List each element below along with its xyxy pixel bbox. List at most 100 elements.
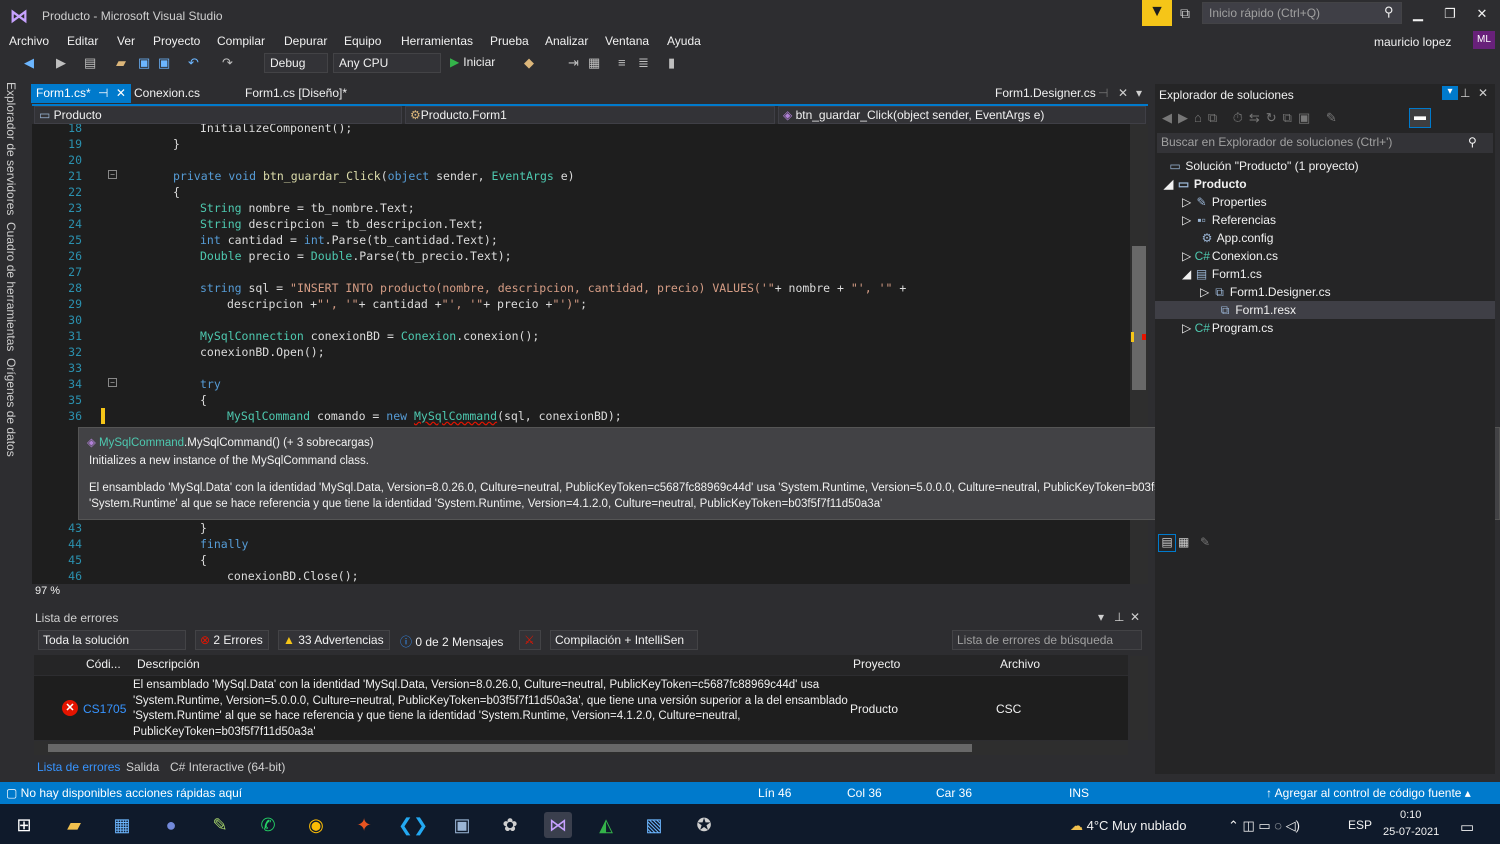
undo-icon[interactable]: ↶ (188, 55, 199, 71)
menu-ventana[interactable]: Ventana (605, 34, 649, 48)
calculator-icon[interactable]: ▦ (108, 812, 136, 838)
menu-proyecto[interactable]: Proyecto (153, 34, 200, 48)
app-icon[interactable]: ▣ (448, 812, 476, 838)
collapse-icon[interactable]: − (108, 378, 117, 387)
indent-icon[interactable]: ≡ (618, 55, 626, 70)
chevron-down-icon[interactable]: ▾ (1136, 86, 1142, 100)
source-control-button[interactable]: ↑ Agregar al control de código fuente ▴ (1266, 786, 1471, 800)
column-description[interactable]: Descripción (137, 657, 200, 671)
chrome-icon[interactable]: ◉ (302, 812, 330, 838)
outdent-icon[interactable]: ≣ (638, 55, 649, 71)
column-code[interactable]: Códi... (86, 657, 121, 671)
tree-item-form1-designer[interactable]: ▷ ⧉ Form1.Designer.cs (1200, 285, 1331, 300)
tray-icons[interactable]: ⌃ ◫ ▭ ◌ ◁) (1228, 818, 1300, 834)
chevron-down-icon[interactable]: ◢ (1164, 177, 1173, 191)
avatar[interactable]: ML (1473, 31, 1495, 49)
save-icon[interactable]: ▣ (138, 55, 150, 71)
chevron-right-icon[interactable]: ▷ (1182, 249, 1191, 263)
tree-solution[interactable]: ▭ Solución "Producto" (1 proyecto) (1168, 159, 1358, 173)
maximize-button[interactable]: ❐ (1438, 6, 1462, 22)
step-icon[interactable]: ⇥ (568, 55, 579, 71)
app-icon[interactable]: ✿ (496, 812, 524, 838)
tree-project[interactable]: ◢ ▭ Producto (1164, 177, 1247, 191)
whatsapp-icon[interactable]: ✆ (254, 812, 282, 838)
tab-csharp-interactive[interactable]: C# Interactive (64-bit) (170, 760, 285, 774)
tree-item-form1[interactable]: ◢ ▤ Form1.cs (1182, 267, 1262, 281)
tree-item-appconfig[interactable]: ⚙ App.config (1200, 231, 1274, 245)
error-list-scrollbar[interactable] (1130, 656, 1148, 740)
close-icon[interactable]: ✕ (1478, 86, 1488, 100)
app-icon[interactable]: ▧ (640, 812, 668, 838)
chevron-down-icon[interactable]: ◢ (1182, 267, 1191, 281)
visual-studio-icon[interactable]: ⋈ (544, 812, 572, 838)
solution-toolbar[interactable]: ◀▶⌂⧉ ⏱⇆↻⧉▣ ✎ (1162, 110, 1343, 126)
tree-item-program[interactable]: ▷ C# Program.cs (1182, 321, 1273, 335)
tab-server-explorer[interactable]: Explorador de servidores (4, 82, 18, 215)
pin-icon[interactable]: ⊣ (98, 86, 108, 100)
error-search-input[interactable]: Lista de errores de búsqueda (952, 630, 1142, 650)
tab-form1-designer[interactable]: Form1.Designer.cs (990, 84, 1101, 103)
discord-icon[interactable]: ● (157, 812, 185, 838)
tab-output[interactable]: Salida (126, 760, 159, 774)
messages-filter-button[interactable]: ⓘ 0 de 2 Mensajes (400, 633, 503, 650)
chevron-right-icon[interactable]: ▷ (1182, 321, 1191, 335)
minimize-button[interactable]: ▁ (1406, 6, 1430, 22)
tree-item-conexion[interactable]: ▷ C# Conexion.cs (1182, 249, 1278, 263)
chevron-right-icon[interactable]: ▷ (1182, 195, 1191, 209)
chevron-down-icon[interactable]: ▾ (1098, 610, 1104, 624)
chevron-right-icon[interactable]: ▷ (1200, 285, 1209, 299)
save-all-icon[interactable]: ▣ (158, 55, 170, 71)
close-icon[interactable]: ✕ (116, 86, 126, 100)
pin-icon[interactable]: ⊥ (1460, 86, 1470, 100)
windows-start-icon[interactable]: ⊞ (10, 812, 38, 838)
tab-form1-design[interactable]: Form1.cs [Diseño]* (240, 84, 352, 103)
tab-error-list[interactable]: Lista de errores (37, 760, 120, 774)
menu-herramientas[interactable]: Herramientas (401, 34, 473, 48)
user-name[interactable]: mauricio lopez (1374, 35, 1451, 49)
close-icon[interactable]: ✕ (1118, 86, 1128, 100)
close-button[interactable]: ✕ (1470, 6, 1494, 22)
zoom-select[interactable]: 97 % (32, 584, 90, 600)
vscode-icon[interactable]: ❮❯ (398, 812, 428, 838)
menu-equipo[interactable]: Equipo (344, 34, 381, 48)
app-icon[interactable]: ✦ (350, 812, 378, 838)
tree-item-form1-resx[interactable]: ⧉ Form1.resx (1218, 303, 1296, 318)
start-button[interactable]: ▶ Iniciar (450, 55, 495, 69)
notifications-icon[interactable]: ▭ (1460, 818, 1474, 836)
build-source-dropdown[interactable]: Compilación + IntelliSen (550, 630, 698, 650)
attach-icon[interactable]: ◆ (524, 55, 534, 71)
chevron-right-icon[interactable]: ▷ (1182, 213, 1191, 227)
error-code-link[interactable]: CS1705 (83, 702, 126, 716)
tab-toolbox[interactable]: Cuadro de herramientas (4, 222, 18, 351)
tree-item-properties[interactable]: ▷ ✎ Properties (1182, 195, 1267, 209)
collapse-icon[interactable]: − (108, 170, 117, 179)
weather-widget[interactable]: ☁ 4°C Muy nublado (1070, 818, 1187, 834)
menu-analizar[interactable]: Analizar (545, 34, 588, 48)
app-icon[interactable]: ◭ (592, 812, 620, 838)
tab-form1-cs[interactable]: Form1.cs* ⊣ ✕ (31, 84, 131, 103)
tree-item-references[interactable]: ▷ ▪▫ Referencias (1182, 213, 1276, 227)
new-project-icon[interactable]: ▤ (84, 55, 96, 71)
member-dropdown[interactable]: ◈ btn_guardar_Click(object sender, Event… (778, 106, 1146, 124)
property-pages-icon[interactable]: ✎ (1200, 535, 1210, 549)
menu-depurar[interactable]: Depurar (284, 34, 327, 48)
column-file[interactable]: Archivo (1000, 657, 1040, 671)
close-icon[interactable]: ✕ (1130, 610, 1140, 624)
app-icon[interactable]: ✪ (690, 812, 718, 838)
back-icon[interactable]: ◀ (24, 55, 34, 71)
menu-ver[interactable]: Ver (117, 34, 135, 48)
bookmark-icon[interactable]: ▮ (668, 55, 675, 71)
redo-icon[interactable]: ↷ (222, 55, 233, 71)
tab-conexion-cs[interactable]: Conexion.cs (129, 84, 205, 103)
language-indicator[interactable]: ESP (1348, 818, 1372, 832)
project-dropdown[interactable]: ▭ Producto (34, 106, 402, 124)
file-explorer-icon[interactable]: ▰ (60, 812, 88, 838)
menu-ayuda[interactable]: Ayuda (667, 34, 701, 48)
tab-data-sources[interactable]: Orígenes de datos (4, 358, 18, 457)
clear-filter-icon[interactable]: ⚔ (519, 630, 541, 650)
scope-dropdown[interactable]: Toda la solución (38, 630, 186, 650)
menu-compilar[interactable]: Compilar (217, 34, 265, 48)
class-dropdown[interactable]: ⚙Producto.Form1 (405, 106, 775, 124)
forward-icon[interactable]: ▶ (56, 55, 66, 71)
pin-icon[interactable]: ⊣ (1098, 86, 1108, 100)
